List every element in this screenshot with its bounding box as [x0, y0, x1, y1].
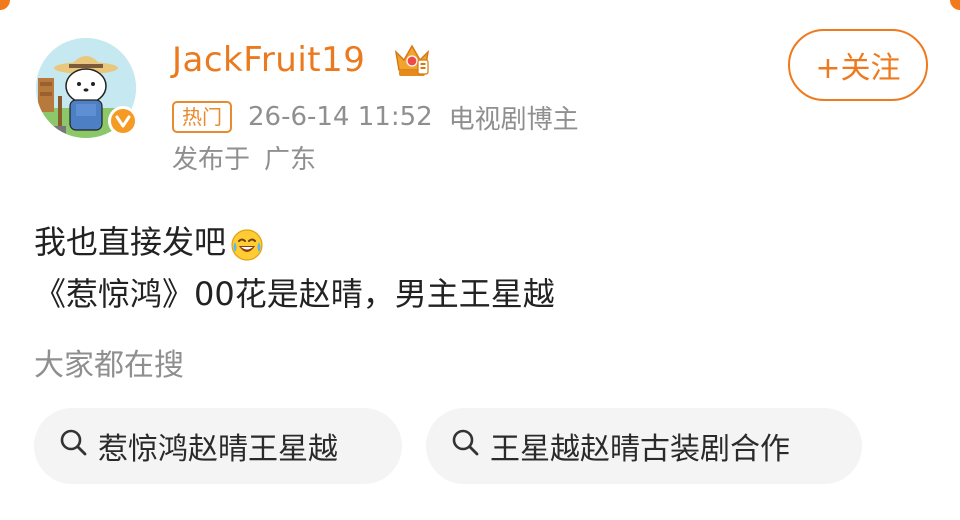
laugh-cry-emoji-icon: [230, 225, 264, 261]
corner-accent-left: [0, 0, 10, 10]
verified-badge-icon: [108, 106, 138, 136]
search-suggestion-chip[interactable]: 惹惊鸿赵晴王星越: [34, 408, 402, 484]
vip-crown-icon[interactable]: [392, 42, 432, 78]
weibo-post-card: JackFruit19 +关注 热门 26-6-14 11:52 电视剧博主 发…: [0, 0, 960, 520]
search-suggestion-label: 王星越赵晴古装剧合作: [490, 432, 790, 467]
location-label: 发布于: [172, 145, 251, 175]
corner-accent-right: [950, 0, 960, 10]
author-role: 电视剧博主: [448, 104, 579, 135]
location-value: 广东: [264, 145, 317, 175]
post-body: 我也直接发吧 《惹惊鸿》00花是赵晴，男主王星越: [34, 216, 555, 320]
post-meta: 热门 26-6-14 11:52 电视剧博主: [172, 100, 579, 135]
post-text-line-2: 《惹惊鸿》00花是赵晴，男主王星越: [34, 275, 555, 313]
post-timestamp: 26-6-14 11:52: [248, 102, 433, 132]
search-section-title: 大家都在搜: [34, 348, 184, 383]
post-text-line-1: 我也直接发吧: [34, 223, 227, 261]
post-line-1: 我也直接发吧: [34, 216, 555, 268]
hot-badge: 热门: [172, 101, 232, 133]
post-location: 发布于 广东: [172, 142, 316, 178]
search-icon: [450, 427, 480, 465]
search-suggestion-label: 惹惊鸿赵晴王星越: [98, 432, 338, 467]
username-link[interactable]: JackFruit19: [172, 38, 365, 82]
post-line-2: 《惹惊鸿》00花是赵晴，男主王星越: [34, 268, 555, 320]
search-icon: [58, 427, 88, 465]
follow-button[interactable]: +关注: [788, 29, 928, 101]
search-suggestion-chip[interactable]: 王星越赵晴古装剧合作: [426, 408, 862, 484]
